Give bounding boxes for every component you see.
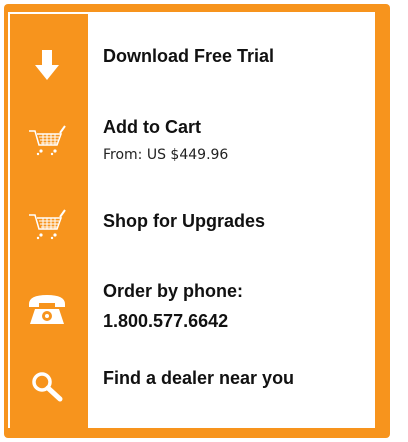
order-by-phone-label: Order by phone: (103, 281, 244, 301)
add-to-cart-link[interactable]: Add to Cart (103, 112, 228, 142)
magnifier-search-icon[interactable] (24, 363, 70, 409)
shopping-cart-icon[interactable] (24, 202, 70, 248)
download-arrow-icon[interactable] (24, 42, 70, 88)
phone-number-link[interactable]: 1.800.577.6642 (103, 306, 243, 336)
shop-for-upgrades-link[interactable]: Shop for Upgrades (103, 206, 265, 236)
download-free-trial-link[interactable]: Download Free Trial (103, 41, 274, 71)
find-dealer-link[interactable]: Find a dealer near you (103, 363, 294, 393)
telephone-icon[interactable] (24, 286, 70, 332)
price-from-label: From: US $449.96 (103, 147, 229, 163)
shopping-cart-icon[interactable] (24, 118, 70, 164)
